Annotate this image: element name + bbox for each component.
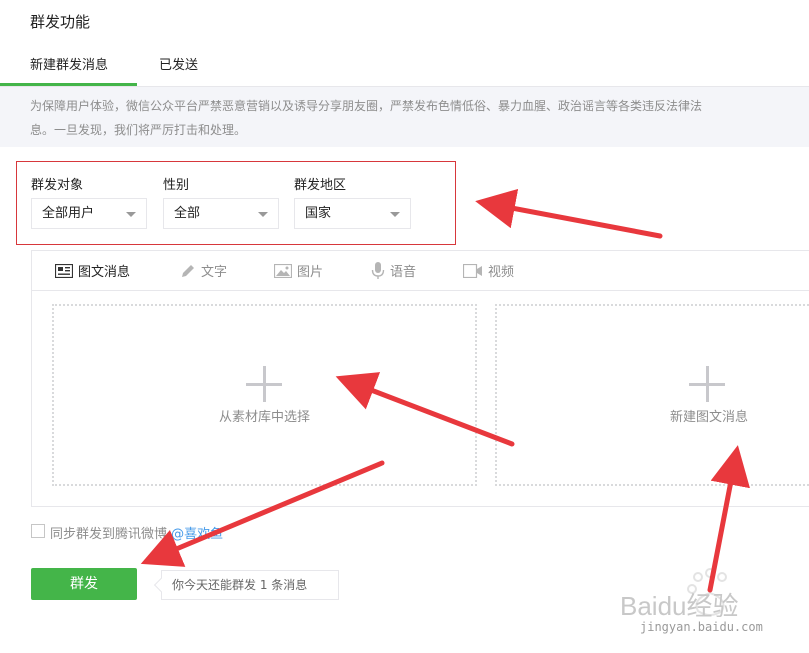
arrow-to-new-news-card [707, 445, 750, 593]
arrow-to-library-card [335, 372, 515, 447]
arrow-to-send-button [140, 460, 385, 567]
annotation-arrows [140, 188, 750, 593]
arrow-to-filters [475, 188, 663, 239]
